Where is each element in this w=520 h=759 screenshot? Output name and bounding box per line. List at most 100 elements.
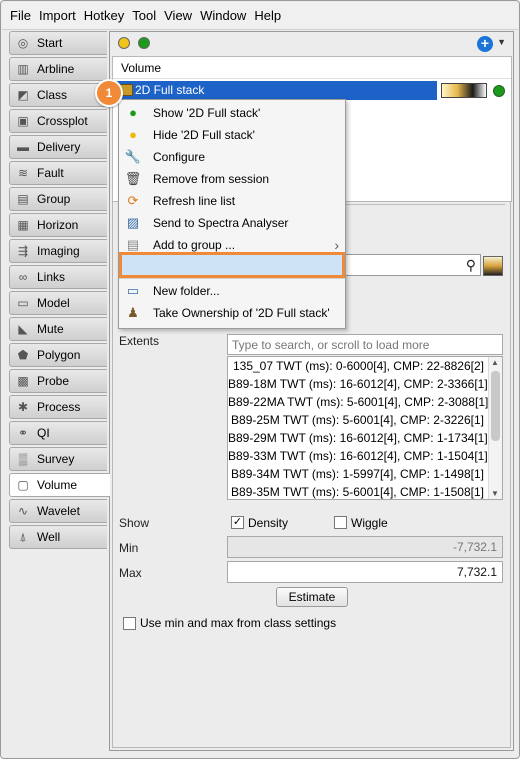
list-item[interactable]: B89-34M TWT (ms): 1-5997[4], CMP: 1-1498… — [228, 465, 502, 483]
extents-scrollbar[interactable]: ▲ ▼ — [488, 357, 502, 499]
tab-label: Probe — [37, 374, 70, 388]
tab-horizon[interactable]: ▦ Horizon — [9, 213, 107, 237]
list-item[interactable]: B89-29M TWT (ms): 16-6012[4], CMP: 1-173… — [228, 429, 502, 447]
menu-item-trash[interactable]: 🗑 Remove from session — [119, 168, 345, 190]
tab-label: Horizon — [37, 218, 79, 232]
show-all-green-icon[interactable] — [138, 37, 150, 49]
wiggle-checkbox[interactable] — [334, 516, 347, 529]
menu-item-yellow-dot[interactable]: ● Hide '2D Full stack' — [119, 124, 345, 146]
menu-item-folder[interactable]: ▭ New folder... — [119, 280, 345, 302]
add-icon[interactable]: + — [477, 36, 493, 52]
menu-window[interactable]: Window — [200, 8, 246, 23]
menu-item-user[interactable]: ♟ Take Ownership of '2D Full stack' — [119, 302, 345, 324]
search-input[interactable]: ⚲ — [343, 254, 481, 276]
user-icon: ♟ — [127, 305, 139, 320]
menu-import[interactable]: Import — [39, 8, 76, 23]
list-item[interactable]: B89-35M TWT (ms): 5-6001[4], CMP: 1-1508… — [228, 483, 502, 499]
tab-label: Crossplot — [37, 114, 88, 128]
tab-wavelet[interactable]: ∿ Wavelet — [9, 499, 107, 523]
menu-item-label: Configure — [153, 150, 206, 164]
density-checkbox[interactable]: ✓ — [231, 516, 244, 529]
menu-view[interactable]: View — [164, 8, 192, 23]
tab-label: Class — [37, 88, 68, 102]
extents-search-input[interactable]: Type to search, or scroll to load more — [227, 334, 503, 355]
list-item[interactable]: B89-25M TWT (ms): 5-6001[4], CMP: 2-3226… — [228, 411, 502, 429]
color-ramp[interactable] — [441, 83, 487, 98]
wiggle-label: Wiggle — [351, 516, 388, 530]
visible-status-icon[interactable] — [493, 85, 505, 97]
menu-item-label: Send to Spectra Analyser — [153, 216, 289, 230]
menu-item-green-dot[interactable]: ● Show '2D Full stack' — [119, 102, 345, 124]
tab-label: Model — [37, 296, 70, 310]
max-field[interactable]: 7,732.1 — [227, 561, 503, 583]
menu-hotkey[interactable]: Hotkey — [84, 8, 124, 23]
use-class-checkbox[interactable] — [123, 617, 136, 630]
tab-model[interactable]: ▭ Model — [9, 291, 107, 315]
group-icon: ▤ — [17, 192, 29, 206]
list-item[interactable]: 135_07 TWT (ms): 0-6000[4], CMP: 22-8826… — [228, 357, 502, 375]
probe-icon: ▩ — [17, 374, 29, 388]
panel-toolbar: + ▼ — [110, 32, 513, 56]
colormap-button[interactable] — [483, 256, 503, 276]
volume-icon: ▢ — [17, 478, 29, 492]
folder-icon: ▭ — [126, 283, 140, 298]
tab-imaging[interactable]: ⇶ Imaging — [9, 239, 107, 263]
tab-survey[interactable]: ▒ Survey — [9, 447, 107, 471]
menu-item-wrench[interactable]: 🔧 Configure — [119, 146, 345, 168]
tab-volume[interactable]: ▢ Volume — [9, 473, 110, 497]
tab-process[interactable]: ✱ Process — [9, 395, 107, 419]
use-class-label: Use min and max from class settings — [140, 616, 337, 630]
tab-label: Volume — [37, 478, 78, 492]
estimate-button[interactable]: Estimate — [276, 587, 348, 607]
spectra-icon: ▨ — [126, 215, 140, 230]
search-icon[interactable]: ⚲ — [466, 257, 476, 274]
extents-list: 135_07 TWT (ms): 0-6000[4], CMP: 22-8826… — [227, 356, 503, 500]
tab-delivery[interactable]: ▬ Delivery — [9, 135, 107, 159]
tab-arbline[interactable]: ▥ Arbline — [9, 57, 107, 81]
menu-item-refresh[interactable]: ⟳ Refresh line list — [119, 190, 345, 212]
delivery-icon: ▬ — [17, 140, 29, 154]
show-label: Show — [119, 516, 150, 530]
imaging-icon: ⇶ — [17, 244, 29, 258]
list-item[interactable]: B89-18M TWT (ms): 16-6012[4], CMP: 2-336… — [228, 375, 502, 393]
menu-tool[interactable]: Tool — [132, 8, 156, 23]
survey-icon: ▒ — [18, 452, 28, 466]
list-item[interactable]: B89-33M TWT (ms): 16-6012[4], CMP: 1-150… — [228, 447, 502, 465]
tab-crossplot[interactable]: ▣ Crossplot — [9, 109, 107, 133]
tab-label: Survey — [37, 452, 75, 466]
tab-group[interactable]: ▤ Group — [9, 187, 107, 211]
scrollbar-thumb[interactable] — [491, 371, 500, 441]
tab-probe[interactable]: ▩ Probe — [9, 369, 107, 393]
tab-fault[interactable]: ≋ Fault — [9, 161, 107, 185]
polygon-icon: ⬟ — [17, 348, 29, 362]
tab-class[interactable]: ◩ Class — [9, 83, 107, 107]
tab-mute[interactable]: ◣ Mute — [9, 317, 107, 341]
tab-label: Process — [37, 400, 81, 414]
qi-icon: ⚭ — [17, 426, 29, 440]
menu-item-group[interactable]: ▤ Add to group ... › — [119, 234, 345, 256]
tab-qi[interactable]: ⚭ QI — [9, 421, 107, 445]
process-icon: ✱ — [17, 400, 29, 414]
tab-links[interactable]: ∞ Links — [9, 265, 107, 289]
app-window: File Import Hotkey Tool View Window Help… — [0, 0, 520, 759]
menu-item-spectra[interactable]: ▨ Send to Spectra Analyser — [119, 212, 345, 234]
step-badge: 1 — [95, 79, 123, 107]
chevron-up-icon[interactable]: ▲ — [491, 358, 499, 367]
model-icon: ▭ — [17, 296, 29, 310]
chevron-down-icon[interactable]: ▼ — [497, 37, 506, 47]
menu-separator — [119, 278, 345, 279]
tab-well[interactable]: ⍋ Well — [9, 525, 107, 549]
menu-file[interactable]: File — [10, 8, 31, 23]
list-item[interactable]: B89-22MA TWT (ms): 5-6001[4], CMP: 2-308… — [228, 393, 502, 411]
menu-item-export[interactable]: ▤ Export '2D Full stack'... — [119, 256, 345, 278]
tab-start[interactable]: ◎ Start — [9, 31, 107, 55]
list-item-2d-full-stack[interactable]: 2D Full stack — [113, 81, 437, 100]
menu-help[interactable]: Help — [254, 8, 281, 23]
show-all-yellow-icon[interactable] — [118, 37, 130, 49]
class-icon: ◩ — [17, 88, 29, 102]
tab-strip: ◎ Start ▥ Arbline ◩ Class ▣ Crossplot ▬ Delivery ≋… — [9, 31, 110, 551]
menu-item-label: Add to group ... — [153, 238, 236, 252]
extents-label: Extents — [119, 334, 160, 348]
tab-polygon[interactable]: ⬟ Polygon — [9, 343, 107, 367]
chevron-down-icon[interactable]: ▼ — [491, 489, 499, 498]
